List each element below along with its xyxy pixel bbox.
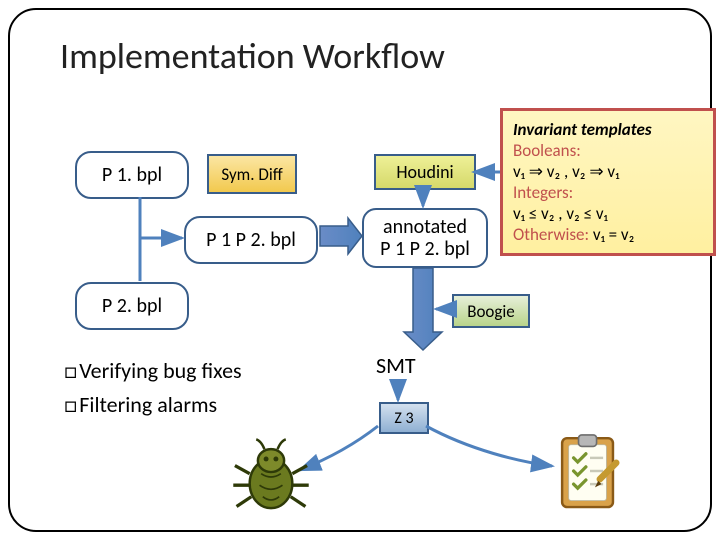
label: SMT [376, 352, 416, 379]
invariant-templates-box: Invariant templates Booleans: v₁ ⇒ v₂ , … [500, 108, 716, 256]
label-line2: P 1 P 2. bpl [380, 238, 470, 260]
label: Boogie [467, 301, 515, 322]
node-z3: Z 3 [379, 402, 429, 434]
int-label: Integers: [513, 182, 573, 203]
other-label: Otherwise: [513, 224, 589, 245]
checklist-icon [556, 430, 624, 512]
label: Sym. Diff [221, 164, 282, 185]
label: P 1 P 2. bpl [206, 228, 296, 252]
bullet-2: Filtering alarms [64, 388, 242, 422]
other-expr: v₁ = v₂ [593, 224, 634, 245]
int-expr: v₁ ≤ v₂ , v₂ ≤ v₁ [513, 203, 703, 224]
node-annotated: annotated P 1 P 2. bpl [362, 208, 488, 268]
node-p1p2: P 1 P 2. bpl [184, 216, 318, 264]
label: Z 3 [394, 409, 413, 428]
node-smt: SMT [376, 352, 416, 379]
label-line1: annotated [380, 216, 470, 238]
label: P 1. bpl [102, 163, 162, 187]
node-symdiff: Sym. Diff [207, 154, 297, 194]
label: Houdini [396, 161, 453, 183]
bool-label: Booleans: [513, 140, 581, 161]
bug-icon [228, 436, 314, 518]
node-boogie: Boogie [452, 294, 530, 328]
page-title: Implementation Workflow [60, 34, 445, 78]
bullets: Verifying bug fixes Filtering alarms [64, 354, 242, 422]
bullet-1: Verifying bug fixes [64, 354, 242, 388]
node-p2: P 2. bpl [75, 282, 189, 330]
node-houdini: Houdini [374, 154, 476, 190]
templates-header: Invariant templates [513, 119, 703, 140]
node-p1: P 1. bpl [75, 151, 189, 199]
label: P 2. bpl [102, 294, 162, 318]
bool-expr: v₁ ⇒ v₂ , v₂ ⇒ v₁ [513, 161, 703, 182]
